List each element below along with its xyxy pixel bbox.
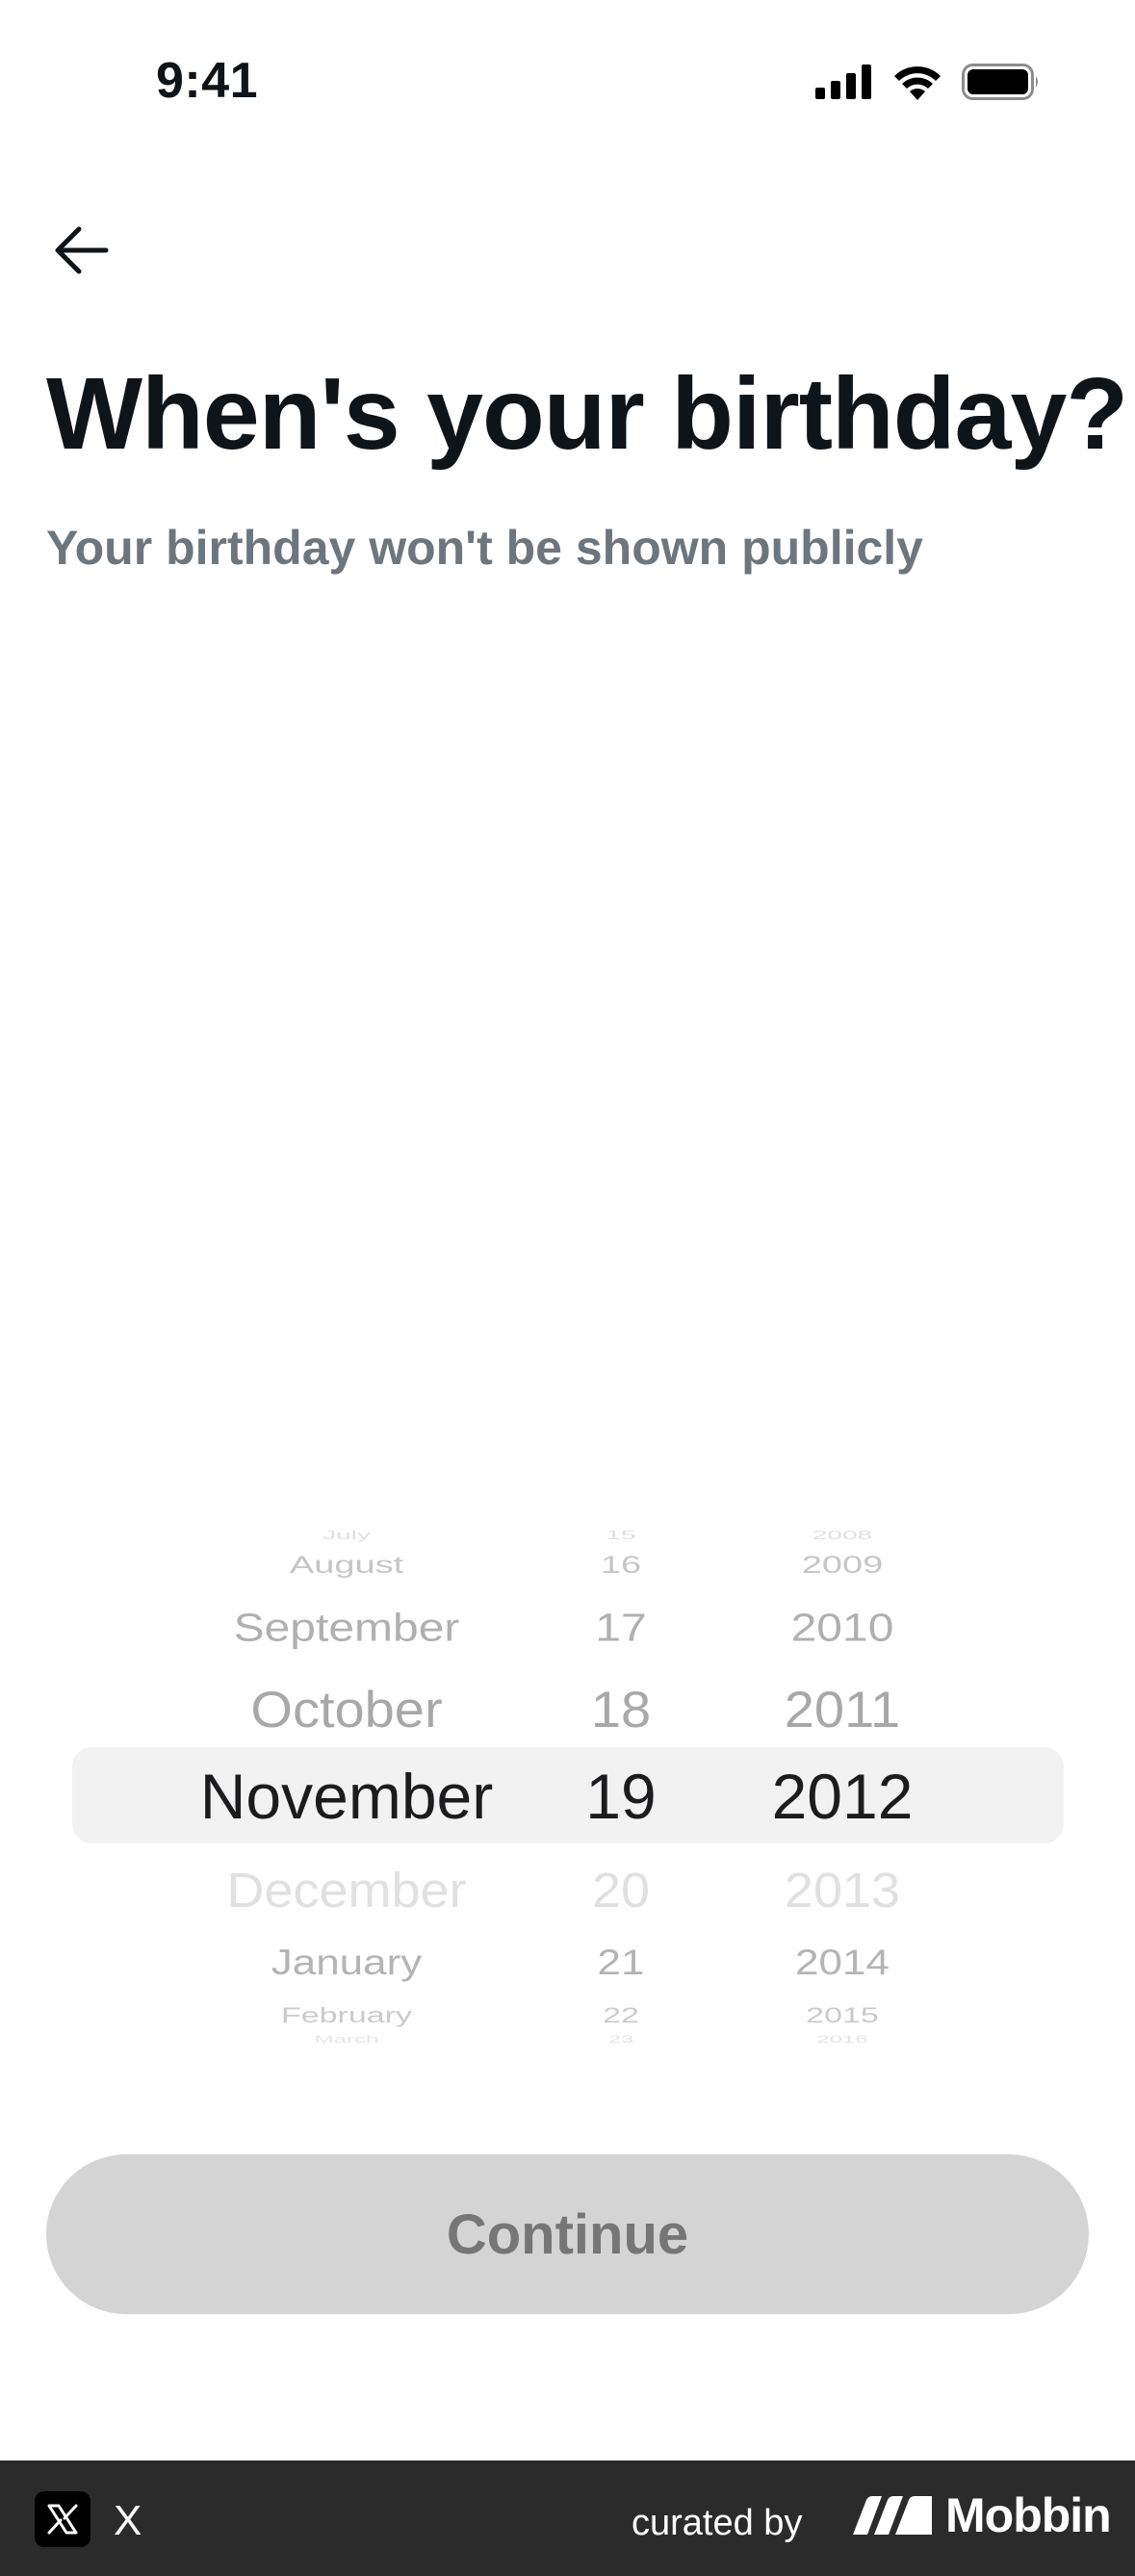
- day-option[interactable]: 18: [568, 1684, 674, 1735]
- mobbin-logo-icon: [853, 2496, 932, 2535]
- page-subtitle: Your birthday won't be shown publicly: [46, 521, 923, 575]
- day-option[interactable]: 21: [568, 1945, 674, 1980]
- x-logo-icon: [47, 2504, 78, 2535]
- month-option[interactable]: February: [144, 2005, 549, 2026]
- year-option[interactable]: 2015: [751, 2005, 934, 2026]
- month-option[interactable]: October: [144, 1684, 549, 1735]
- month-option[interactable]: December: [144, 1866, 549, 1915]
- curated-by-label: curated by: [632, 2503, 803, 2543]
- year-option[interactable]: 2014: [751, 1945, 934, 1980]
- app-name: X: [114, 2497, 142, 2544]
- year-option[interactable]: 2009: [751, 1554, 934, 1578]
- cellular-signal-icon: [815, 64, 871, 99]
- mobbin-wordmark: Mobbin: [945, 2488, 1112, 2542]
- year-option[interactable]: 2008: [751, 1529, 934, 1542]
- month-option-selected[interactable]: November: [144, 1765, 549, 1828]
- status-time: 9:41: [156, 53, 259, 109]
- status-bar: 9:41: [0, 0, 1135, 144]
- month-wheel[interactable]: July August September October November Decemb…: [144, 1526, 549, 2050]
- year-wheel[interactable]: 2008 2009 2010 2011 2012 2013 2014 2015 2016: [751, 1526, 934, 2050]
- app-icon: [35, 2491, 90, 2547]
- back-button[interactable]: [50, 223, 112, 277]
- wifi-icon: [894, 66, 941, 100]
- day-option[interactable]: 15: [568, 1529, 674, 1542]
- mobbin-brand: Mobbin: [853, 2487, 1112, 2543]
- year-option-selected[interactable]: 2012: [751, 1765, 934, 1828]
- month-option[interactable]: January: [144, 1945, 549, 1980]
- month-option[interactable]: March: [144, 2034, 549, 2046]
- day-option[interactable]: 17: [568, 1609, 674, 1649]
- day-option[interactable]: 20: [568, 1866, 674, 1915]
- day-wheel[interactable]: 15 16 17 18 19 20 21 22 23: [568, 1526, 674, 2050]
- month-option[interactable]: August: [144, 1554, 549, 1578]
- day-option-selected[interactable]: 19: [568, 1765, 674, 1828]
- year-option[interactable]: 2013: [751, 1866, 934, 1915]
- month-option[interactable]: September: [144, 1609, 549, 1649]
- back-arrow-icon: [55, 226, 109, 274]
- year-option[interactable]: 2010: [751, 1609, 934, 1649]
- year-option[interactable]: 2011: [751, 1684, 934, 1735]
- birthday-date-picker[interactable]: July August September October November Decemb…: [0, 1526, 1135, 2050]
- battery-icon: [962, 64, 1038, 100]
- year-option[interactable]: 2016: [751, 2034, 934, 2046]
- status-icons: [815, 64, 1041, 100]
- page-title: When's your birthday?: [46, 357, 1128, 471]
- day-option[interactable]: 22: [568, 2005, 674, 2026]
- continue-button[interactable]: Continue: [46, 2154, 1089, 2314]
- day-option[interactable]: 23: [568, 2034, 674, 2046]
- footer-bar: X curated by Mobbin: [0, 2460, 1135, 2576]
- day-option[interactable]: 16: [568, 1554, 674, 1578]
- month-option[interactable]: July: [144, 1529, 549, 1542]
